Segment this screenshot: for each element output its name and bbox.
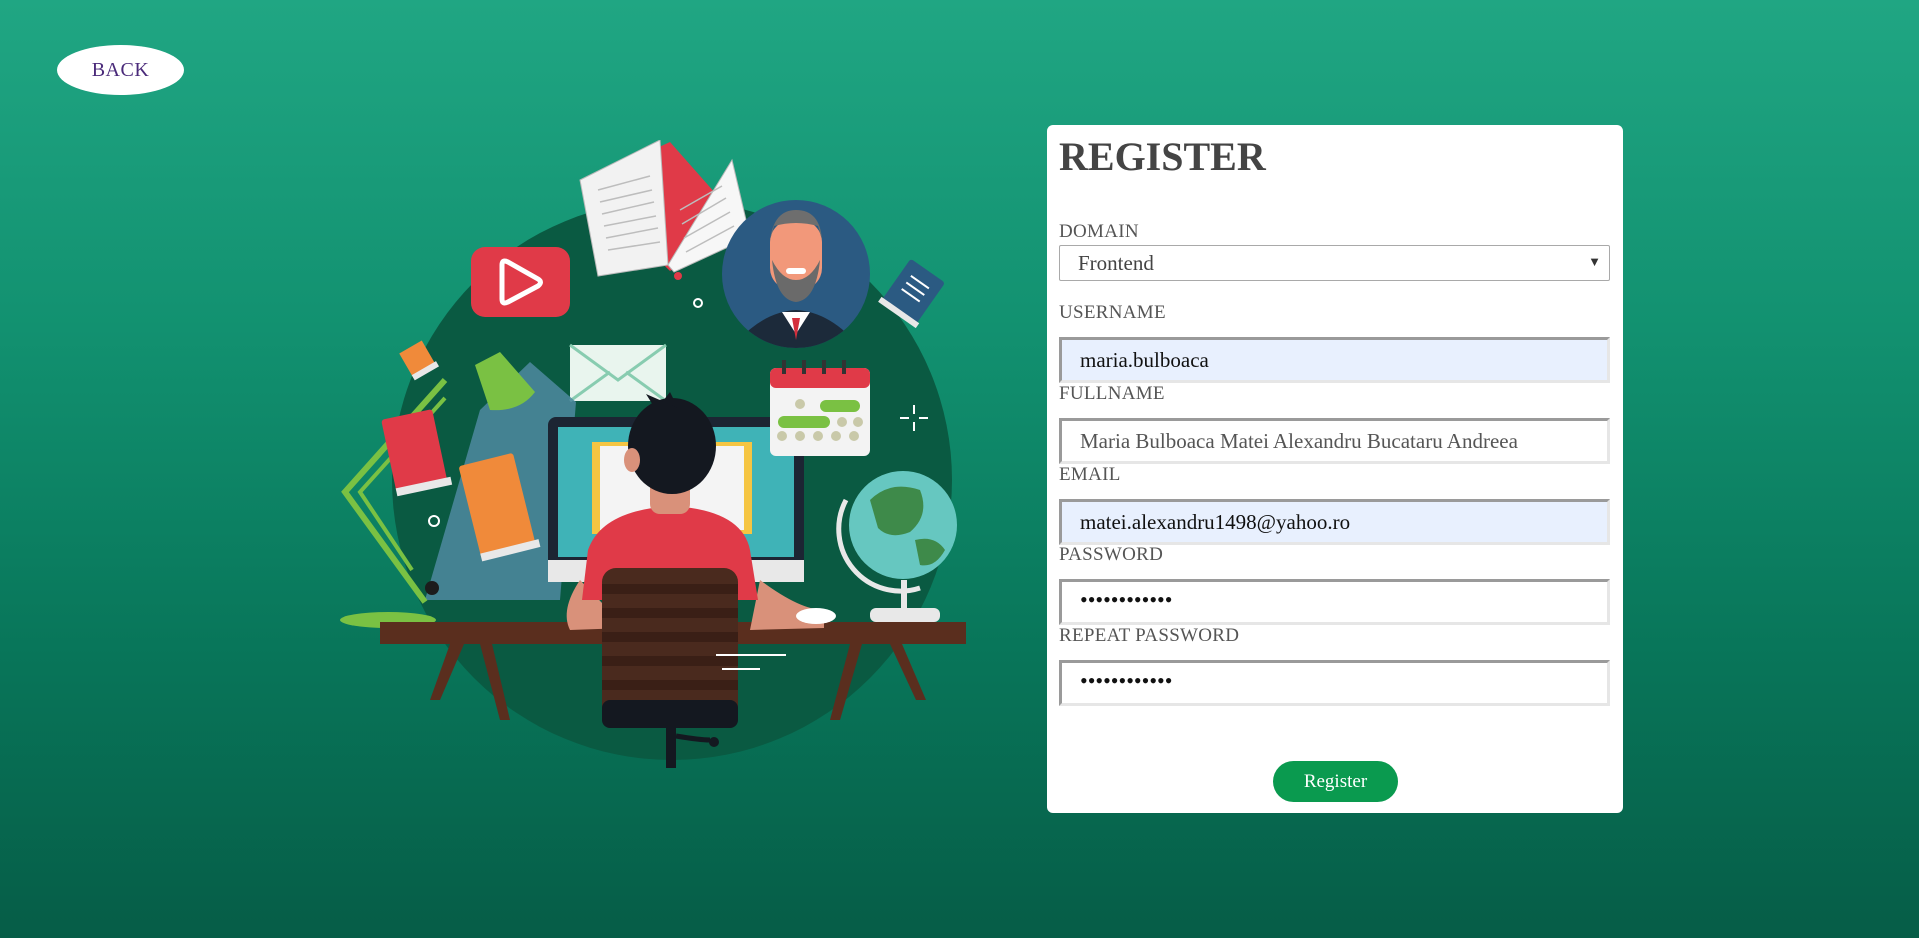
password-input[interactable]: •••••••••••• [1059,579,1610,625]
fullname-label: FULLNAME [1059,383,1165,404]
repeat-password-input[interactable]: •••••••••••• [1059,660,1610,706]
envelope-icon [569,343,667,403]
student-at-desk-illustration [340,140,966,768]
back-button[interactable]: BACK [57,45,184,95]
password-value: •••••••••••• [1080,587,1173,612]
register-panel: REGISTER DOMAIN Frontend ▼ USERNAME mari… [1047,125,1623,813]
fullname-input[interactable]: Maria Bulboaca Matei Alexandru Bucataru … [1059,418,1610,464]
fullname-value: Maria Bulboaca Matei Alexandru Bucataru … [1080,428,1518,453]
username-input[interactable]: maria.bulboaca [1059,337,1610,383]
email-label: EMAIL [1059,464,1121,485]
play-icon [471,247,570,317]
domain-label: DOMAIN [1059,221,1139,242]
username-value: maria.bulboaca [1080,347,1209,372]
domain-select[interactable]: Frontend ▼ [1059,245,1610,281]
email-value: matei.alexandru1498@yahoo.ro [1080,509,1351,534]
domain-select-value: Frontend [1078,250,1154,275]
repeat-password-label: REPEAT PASSWORD [1059,625,1240,646]
email-input[interactable]: matei.alexandru1498@yahoo.ro [1059,499,1610,545]
calendar-icon [770,360,870,456]
username-label: USERNAME [1059,302,1166,323]
register-button[interactable]: Register [1273,761,1398,802]
page-title: REGISTER [1059,134,1266,179]
password-label: PASSWORD [1059,544,1164,565]
chevron-down-icon: ▼ [1588,254,1601,269]
repeat-password-value: •••••••••••• [1080,668,1173,693]
